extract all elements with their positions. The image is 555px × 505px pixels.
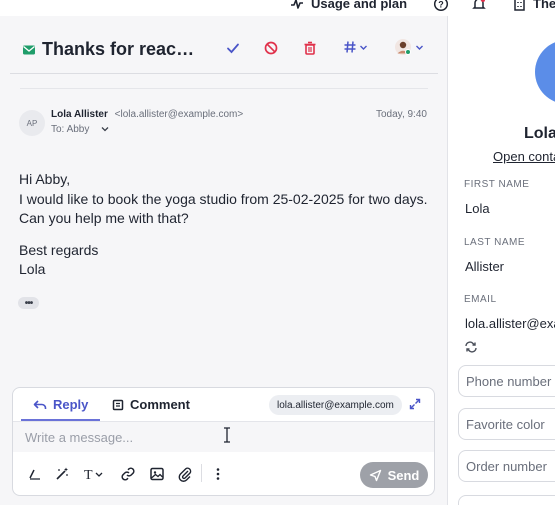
send-label: Send <box>387 467 420 483</box>
usage-and-plan-link[interactable]: Usage and plan <box>290 0 407 11</box>
message-input[interactable] <box>25 428 385 446</box>
chevron-down-icon[interactable] <box>100 124 110 134</box>
check-icon[interactable] <box>226 41 240 55</box>
conversation-subject: Thanks for reaching out <box>42 39 202 59</box>
text-format-icon: T <box>84 468 103 482</box>
comment-icon <box>112 399 124 410</box>
email-label: EMAIL <box>464 294 497 305</box>
chevron-down-icon <box>416 45 423 50</box>
order-number-input[interactable] <box>458 450 555 482</box>
assignee-avatar-icon <box>395 39 411 55</box>
building-icon <box>514 0 525 11</box>
recipient-chip[interactable]: lola.allister@example.com <box>269 395 402 415</box>
favorite-color-input[interactable] <box>458 408 555 440</box>
first-name-value[interactable]: Lola <box>465 201 490 216</box>
trash-icon[interactable] <box>303 41 317 55</box>
chevron-down-icon <box>360 45 367 50</box>
workspace-label: The <box>533 0 555 11</box>
tab-comment[interactable]: Comment <box>112 397 190 412</box>
reply-icon <box>33 399 47 409</box>
activity-icon <box>291 0 303 9</box>
body-greeting: Hi Abby, <box>19 171 71 187</box>
send-button[interactable]: Send <box>360 462 428 488</box>
contact-name: Lola <box>524 125 555 142</box>
expand-icon[interactable] <box>409 398 421 410</box>
help-circle-icon[interactable]: ? <box>433 0 449 12</box>
tags-dropdown[interactable] <box>343 40 368 54</box>
svg-text:T: T <box>84 468 93 482</box>
tab-reply-label: Reply <box>53 397 89 412</box>
message-time: Today, 9:40 <box>376 109 427 120</box>
recipients[interactable]: To: Abby <box>51 124 89 135</box>
swap-icon[interactable] <box>464 341 478 353</box>
email-value[interactable]: lola.allister@example.com <box>465 316 555 331</box>
open-contact-link[interactable]: Open contact <box>493 149 555 164</box>
attachment-icon[interactable] <box>177 466 193 482</box>
conversation-header: Thanks for reaching out <box>10 16 438 74</box>
message-body: Hi Abby, I would like to book the yoga s… <box>19 170 429 292</box>
first-name-label: FIRST NAME <box>464 179 530 190</box>
tab-reply[interactable]: Reply <box>33 397 88 412</box>
last-name-value[interactable]: Allister <box>465 259 504 274</box>
contact-panel: Lola Open contact FIRST NAME Lola LAST N… <box>447 16 555 505</box>
hashtag-icon <box>344 41 356 53</box>
sender-avatar: AP <box>19 110 45 136</box>
body-signature: Lola <box>19 261 46 277</box>
more-vertical-icon[interactable] <box>210 466 226 482</box>
assignee-dropdown[interactable] <box>394 38 424 56</box>
top-bar: Usage and plan ? The <box>0 0 555 16</box>
contact-avatar <box>535 40 555 104</box>
divider <box>20 88 428 89</box>
last-name-label: LAST NAME <box>464 237 525 248</box>
signature-icon[interactable] <box>27 466 43 482</box>
text-cursor-icon <box>224 427 230 443</box>
ai-magic-icon[interactable] <box>54 466 70 482</box>
toolbar-divider <box>201 464 202 482</box>
mail-icon <box>23 45 35 55</box>
image-icon[interactable] <box>149 466 165 482</box>
block-icon[interactable] <box>264 41 278 55</box>
header-divider <box>10 73 438 74</box>
show-quoted-button[interactable]: ••• <box>18 297 39 309</box>
sender-email: <lola.allister@example.com> <box>114 109 244 120</box>
text-format-button[interactable]: T <box>83 466 107 482</box>
additional-field[interactable] <box>458 495 555 505</box>
usage-and-plan-label: Usage and plan <box>311 0 408 11</box>
reply-composer: Reply Comment lola.allister@example.com … <box>12 387 435 496</box>
svg-text:?: ? <box>438 0 444 9</box>
body-text: I would like to book the yoga studio fro… <box>19 190 428 227</box>
link-icon[interactable] <box>120 466 136 482</box>
workspace-switcher[interactable]: The <box>513 0 555 11</box>
phone-number-input[interactable] <box>458 365 555 397</box>
sender-line: Lola Allister <lola.allister@example.com… <box>51 109 243 120</box>
bell-icon[interactable] <box>471 0 487 12</box>
send-icon <box>369 469 381 481</box>
tab-comment-label: Comment <box>130 397 190 412</box>
body-signoff: Best regards <box>19 241 99 258</box>
sender-name: Lola Allister <box>51 109 108 120</box>
